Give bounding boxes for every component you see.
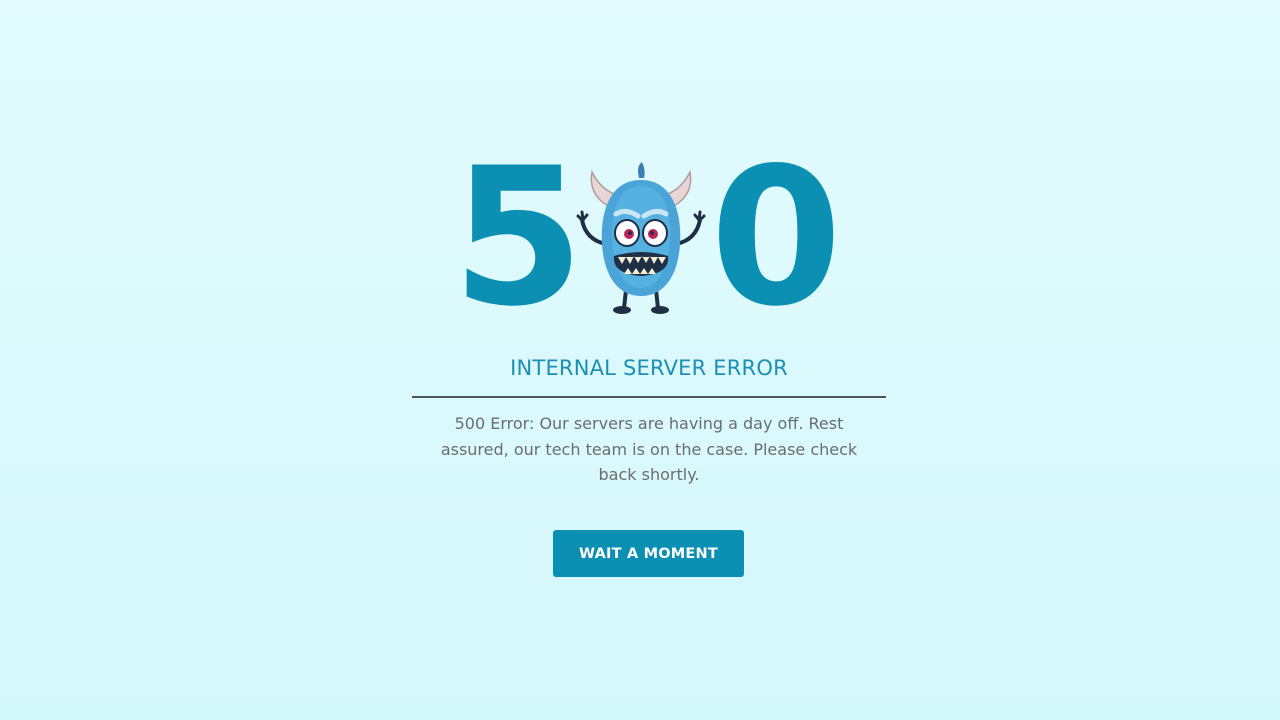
error-message: 500 Error: Our servers are having a day … bbox=[440, 414, 858, 484]
monster-mascot bbox=[576, 162, 706, 314]
error-digit-five: 5 bbox=[452, 127, 585, 348]
error-code: 5 0 bbox=[0, 127, 1280, 348]
error-title: INTERNAL SERVER ERROR bbox=[510, 356, 788, 380]
wait-a-moment-button[interactable]: WAIT A MOMENT bbox=[553, 530, 744, 577]
error-digit-zero: 0 bbox=[710, 127, 843, 348]
divider bbox=[412, 396, 886, 398]
